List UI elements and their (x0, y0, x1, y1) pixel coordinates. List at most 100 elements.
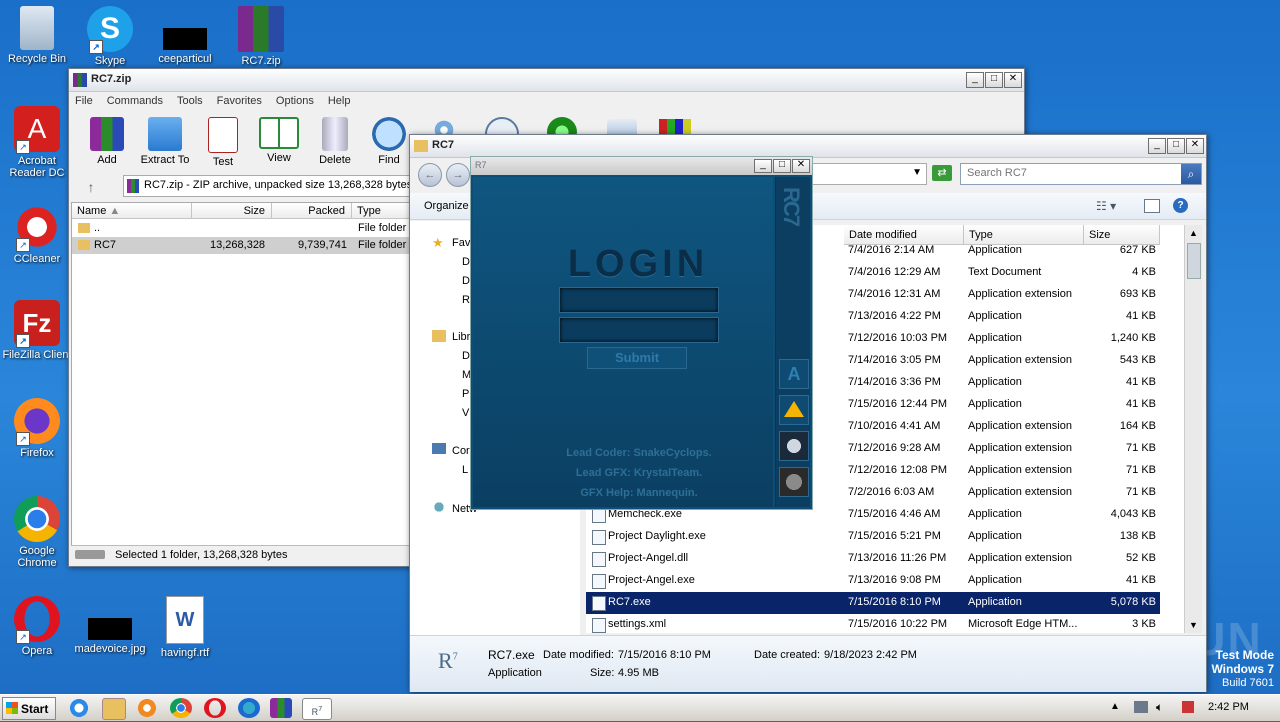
desktop-icon-recycle-bin[interactable]: Recycle Bin (0, 6, 74, 65)
clock[interactable]: 2:42 PM (1208, 701, 1249, 713)
maximize-button[interactable]: □ (985, 72, 1003, 88)
login-titlebar[interactable]: R7 _ □ ✕ (471, 157, 812, 175)
back-button[interactable]: ← (418, 163, 442, 187)
table-row[interactable]: RC7.exe 7/15/2016 8:10 PM Application 5,078… (586, 592, 1160, 614)
winrar-titlebar[interactable]: RC7.zip _ □ ✕ (69, 69, 1024, 92)
nav-item[interactable]: L (462, 464, 468, 476)
organize-button[interactable]: Organize (424, 200, 469, 212)
wolf-icon[interactable] (779, 467, 809, 497)
tray-arrow-icon[interactable]: ▲ (1110, 701, 1120, 712)
table-row[interactable]: Project-Angel.exe 7/13/2016 9:08 PM Applic… (586, 570, 1160, 592)
desktop-icon-madevoice[interactable]: madevoice.jpg (73, 596, 147, 655)
preview-pane-icon[interactable] (1144, 199, 1160, 213)
file-thumbnail-icon (163, 28, 207, 50)
username-input[interactable] (559, 287, 719, 313)
column-packed[interactable]: Packed (272, 203, 352, 219)
vertical-scrollbar[interactable]: ▲ ▼ (1184, 225, 1202, 633)
desktop-icon-firefox[interactable]: ↗ Firefox (0, 398, 74, 459)
volume-tray-icon[interactable]: 🔈︎ (1156, 700, 1163, 715)
avatar-icon[interactable] (779, 431, 809, 461)
rc7-taskbar-button[interactable]: R7 (302, 698, 332, 720)
desktop-icon-acrobat[interactable]: A ↗ Acrobat Reader DC (0, 106, 74, 179)
edge-taskbar-icon[interactable] (238, 698, 260, 718)
google-drive-icon[interactable] (779, 395, 809, 425)
table-row[interactable]: settings.xml 7/15/2016 10:22 PM Microsoft … (586, 614, 1160, 633)
nav-item[interactable]: D (462, 350, 470, 362)
password-input[interactable] (559, 317, 719, 343)
forward-button[interactable]: → (446, 163, 470, 187)
maximize-button[interactable]: □ (1167, 138, 1185, 154)
scroll-up-arrow[interactable]: ▲ (1185, 225, 1202, 241)
menu-favorites[interactable]: Favorites (217, 95, 262, 107)
help-icon[interactable]: ? (1173, 198, 1188, 213)
desktop-icon-rc7-zip[interactable]: RC7.zip (224, 6, 298, 67)
nav-item[interactable]: Libr (452, 331, 470, 343)
close-button[interactable]: ✕ (1004, 72, 1022, 88)
explorer-taskbar-icon[interactable] (102, 698, 126, 720)
media-player-icon[interactable] (136, 698, 158, 718)
search-icon[interactable]: ⌕ (1181, 164, 1201, 184)
column-name[interactable]: Name ▲ (72, 203, 192, 219)
close-button[interactable]: ✕ (792, 159, 810, 173)
nav-item[interactable]: D (462, 256, 470, 268)
menu-options[interactable]: Options (276, 95, 314, 107)
test-button[interactable]: Test (193, 117, 253, 168)
chrome-taskbar-icon[interactable] (170, 698, 192, 718)
flag-tray-icon[interactable] (1182, 701, 1194, 713)
menu-help[interactable]: Help (328, 95, 351, 107)
minimize-button[interactable]: _ (754, 159, 772, 173)
desktop-icon-opera[interactable]: ↗ Opera (0, 596, 74, 657)
submit-button[interactable]: Submit (587, 347, 687, 369)
add-button[interactable]: Add (77, 117, 137, 166)
table-row[interactable]: Project-Angel.dll 7/13/2016 11:26 PM Appli… (586, 548, 1160, 570)
start-button[interactable]: Start (2, 697, 56, 720)
view-button[interactable]: View (249, 117, 309, 164)
nav-item[interactable]: D (462, 275, 470, 287)
cell-date: 7/12/2016 9:28 AM (848, 442, 941, 454)
search-input[interactable] (965, 166, 1179, 180)
side-button-a[interactable]: A (779, 359, 809, 389)
ie-icon[interactable] (68, 698, 90, 718)
up-arrow-button[interactable]: ↑ (81, 177, 101, 197)
desktop-icon-skype[interactable]: S ↗ Skype (73, 6, 147, 67)
column-type[interactable]: Type (352, 203, 410, 219)
address-bar[interactable]: RC7.zip - ZIP archive, unpacked size 13,… (123, 175, 415, 197)
archive-file-list[interactable]: Name ▲ Size Packed Type .. File folder R… (71, 202, 411, 546)
nav-item[interactable]: Fav (452, 237, 470, 249)
explorer-titlebar[interactable]: RC7 _ □ ✕ (410, 135, 1206, 158)
nav-item[interactable]: P (462, 388, 469, 400)
refresh-button[interactable]: ⇄ (932, 165, 952, 181)
network-tray-icon[interactable] (1134, 701, 1148, 713)
minimize-button[interactable]: _ (966, 72, 984, 88)
extract-to-button[interactable]: Extract To (135, 117, 195, 166)
desktop-icon-havingf[interactable]: W havingf.rtf (148, 596, 222, 659)
winrar-taskbar-icon[interactable] (270, 698, 292, 718)
cell-type: Application extension (968, 552, 1072, 564)
window-title: RC7.zip (91, 73, 132, 85)
table-row[interactable]: RC7 13,268,328 9,739,741 File folder (72, 237, 410, 254)
table-row[interactable]: .. File folder (72, 220, 410, 237)
desktop-icon-ceeparticul[interactable]: ceeparticul (148, 6, 222, 65)
nav-item[interactable]: Cor (452, 445, 470, 457)
opera-taskbar-icon[interactable] (204, 698, 226, 718)
menu-tools[interactable]: Tools (177, 95, 203, 107)
view-options-icon[interactable]: ☷ ▾ (1096, 199, 1116, 213)
desktop-icon-ccleaner[interactable]: ↗ CCleaner (0, 204, 74, 265)
nav-item[interactable]: R (462, 294, 470, 306)
desktop-icon-chrome[interactable]: Google Chrome (0, 496, 74, 569)
address-dropdown[interactable]: ▼ (810, 163, 927, 185)
maximize-button[interactable]: □ (773, 159, 791, 173)
column-size[interactable]: Size (192, 203, 272, 219)
close-button[interactable]: ✕ (1186, 138, 1204, 154)
menu-commands[interactable]: Commands (107, 95, 163, 107)
table-row[interactable]: Project Daylight.exe 7/15/2016 5:21 PM App… (586, 526, 1160, 548)
scroll-down-arrow[interactable]: ▼ (1185, 617, 1202, 633)
desktop-icon-filezilla[interactable]: Fz ↗ FileZilla Client (0, 300, 74, 361)
minimize-button[interactable]: _ (1148, 138, 1166, 154)
menu-file[interactable]: File (75, 95, 93, 107)
nav-item[interactable]: V (462, 407, 469, 419)
delete-button[interactable]: Delete (305, 117, 365, 166)
scroll-thumb[interactable] (1187, 243, 1201, 279)
login-window[interactable]: R7 _ □ ✕ LOGIN Submit Lead Coder: SnakeC… (470, 156, 813, 510)
search-box[interactable]: ⌕ (960, 163, 1202, 185)
